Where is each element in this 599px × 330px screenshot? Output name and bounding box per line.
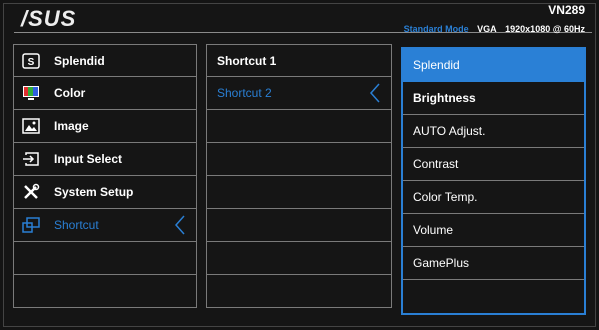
submenu-item-shortcut-2[interactable]: Shortcut 2	[206, 77, 392, 110]
submenu-empty-row	[206, 242, 392, 275]
submenu-empty-row	[206, 176, 392, 209]
option-brightness[interactable]: Brightness	[403, 82, 584, 115]
chevron-left-icon	[174, 215, 186, 238]
submenu-label: Shortcut 2	[217, 86, 272, 100]
chevron-left-icon	[369, 83, 381, 106]
main-menu-item-splendid[interactable]: S Splendid	[13, 44, 197, 77]
shortcut-icon	[22, 216, 40, 234]
main-menu-label: Shortcut	[54, 218, 99, 232]
main-menu-label: Image	[54, 119, 89, 133]
shortcut-submenu: Shortcut 1 Shortcut 2	[206, 44, 392, 308]
main-menu-label: Splendid	[54, 53, 105, 68]
input-select-icon	[22, 150, 40, 168]
splendid-icon: S	[22, 52, 40, 70]
submenu-empty-row	[206, 209, 392, 242]
option-volume[interactable]: Volume	[403, 214, 584, 247]
system-setup-icon	[22, 183, 40, 201]
main-menu-empty-row	[13, 242, 197, 275]
current-input: VGA	[477, 24, 497, 34]
option-label: GamePlus	[413, 256, 470, 270]
option-auto-adjust[interactable]: AUTO Adjust.	[403, 115, 584, 148]
model-name: VN289	[548, 3, 585, 17]
main-menu-label: System Setup	[54, 185, 134, 199]
main-menu-label: Input Select	[54, 152, 123, 166]
osd-header: /SUS VN289 Standard Mode VGA 1920x1080 @…	[0, 0, 599, 42]
image-icon	[22, 117, 40, 135]
option-label: Color Temp.	[413, 190, 478, 204]
option-label: Contrast	[413, 157, 459, 171]
svg-text:S: S	[28, 57, 35, 68]
option-color-temp[interactable]: Color Temp.	[403, 181, 584, 214]
main-menu-item-image[interactable]: Image	[13, 110, 197, 143]
option-label: Volume	[413, 223, 454, 237]
asus-logo: /SUS	[21, 6, 77, 31]
main-menu-item-input-select[interactable]: Input Select	[13, 143, 197, 176]
main-menu: S Splendid Color Image Input Select Syst…	[13, 44, 197, 308]
main-menu-item-shortcut[interactable]: Shortcut	[13, 209, 197, 242]
option-label: Splendid	[413, 58, 460, 72]
option-label: Brightness	[413, 91, 476, 105]
main-menu-label: Color	[54, 86, 86, 100]
option-splendid[interactable]: Splendid	[403, 49, 584, 82]
option-contrast[interactable]: Contrast	[403, 148, 584, 181]
main-menu-empty-row	[13, 275, 197, 308]
submenu-item-shortcut-1[interactable]: Shortcut 1	[206, 44, 392, 77]
current-resolution: 1920x1080 @ 60Hz	[505, 24, 585, 34]
submenu-empty-row	[206, 275, 392, 308]
shortcut-options: Splendid Brightness AUTO Adjust. Contras…	[401, 47, 586, 315]
submenu-label: Shortcut 1	[217, 53, 277, 68]
color-icon	[22, 84, 40, 102]
main-menu-item-color[interactable]: Color	[13, 77, 197, 110]
current-mode: Standard Mode	[403, 24, 469, 34]
main-menu-item-system-setup[interactable]: System Setup	[13, 176, 197, 209]
option-label: AUTO Adjust.	[413, 124, 486, 138]
option-gameplus[interactable]: GamePlus	[403, 247, 584, 280]
status-bar: Standard Mode VGA 1920x1080 @ 60Hz	[404, 24, 585, 34]
option-empty-row	[403, 280, 584, 313]
submenu-empty-row	[206, 110, 392, 143]
submenu-empty-row	[206, 143, 392, 176]
